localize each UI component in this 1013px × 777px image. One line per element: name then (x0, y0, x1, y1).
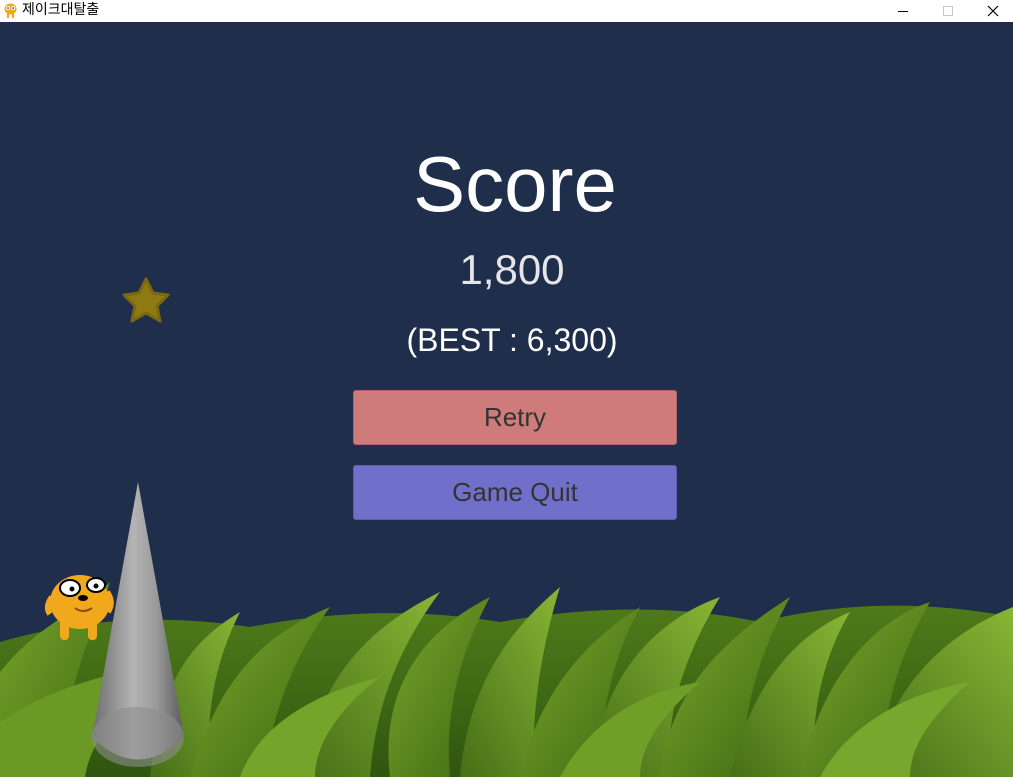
minimize-button[interactable] (880, 0, 926, 22)
maximize-button[interactable] (925, 0, 971, 22)
maximize-icon (943, 6, 953, 16)
close-button[interactable] (970, 0, 1013, 22)
best-suffix: ) (606, 322, 618, 358)
retry-label: Retry (483, 402, 547, 432)
best-value: 6,300 (526, 322, 607, 358)
best-prefix: (BEST : (406, 322, 527, 358)
game-quit-label: Game Quit (452, 477, 578, 507)
window-titlebar: 제이크대탈출 (0, 0, 1013, 22)
close-icon (987, 5, 999, 17)
game-quit-button[interactable]: Game Quit (353, 465, 677, 520)
jake-icon (4, 3, 17, 18)
window-title: 제이크대탈출 (22, 2, 100, 18)
score-value: 1,800 (459, 246, 565, 293)
best-score: (BEST : 6,300) (0, 320, 1013, 360)
game-viewport: Score 1,800 (BEST : 6,300) Retry Game Qu… (0, 22, 1013, 777)
score-heading: Score (413, 140, 617, 228)
retry-button[interactable]: Retry (353, 390, 677, 445)
minimize-icon (898, 11, 908, 12)
